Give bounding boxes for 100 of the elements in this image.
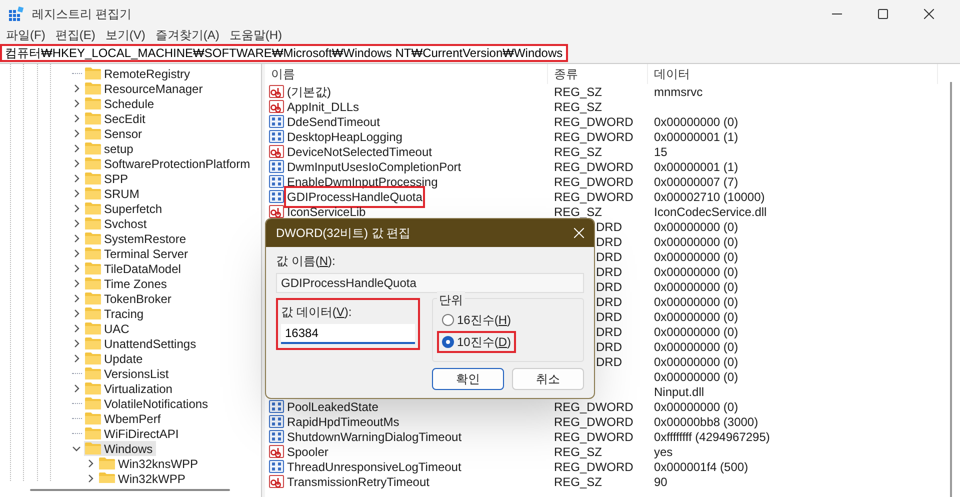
address-bar[interactable]: 컴퓨터₩HKEY_LOCAL_MACHINE₩SOFTWARE₩Microsoft₩Windows NT₩CurrentVersion₩Windows (0, 44, 568, 62)
vertical-scrollbar[interactable] (950, 82, 952, 497)
value-data: Ninput.dll (654, 384, 704, 398)
expander-chevron-icon[interactable] (72, 129, 81, 138)
expander-chevron-icon[interactable] (72, 264, 81, 273)
value-name[interactable]: ShutdownWarningDialogTimeout (286, 428, 463, 446)
value-name[interactable]: Spooler (286, 442, 330, 460)
expander-chevron-icon[interactable] (72, 84, 81, 93)
tree-item[interactable]: ResourceManager (84, 81, 206, 96)
tree-item[interactable]: Windows (84, 441, 156, 456)
expander-chevron-icon[interactable] (72, 249, 81, 258)
tree-item[interactable]: SPP (84, 171, 132, 186)
value-data: 0xffffffff (4294967295) (654, 430, 770, 444)
expander-chevron-icon[interactable] (72, 294, 81, 303)
tree-item[interactable]: VersionsList (84, 366, 172, 381)
value-name[interactable]: PoolLeakedState (286, 398, 380, 416)
expander-chevron-icon[interactable] (72, 174, 81, 183)
tree-item[interactable]: Svchost (84, 216, 150, 231)
value-name[interactable]: DdeSendTimeout (286, 112, 381, 130)
tree-item[interactable]: UnattendSettings (84, 336, 200, 351)
tree-item[interactable]: TokenBroker (84, 291, 174, 306)
tree-item[interactable]: SecEdit (84, 111, 148, 126)
menu-item[interactable]: 보기(V) (105, 26, 146, 44)
expander-chevron-icon[interactable] (72, 444, 81, 453)
tree-item[interactable]: SRUM (84, 186, 142, 201)
tree-item[interactable]: RemoteRegistry (84, 66, 194, 81)
tree-item[interactable]: VolatileNotifications (84, 396, 212, 411)
column-header[interactable]: 데이터 (648, 64, 938, 84)
value-data: 0x00000000 (0) (654, 114, 738, 128)
folder-icon (85, 352, 101, 365)
expander-chevron-icon[interactable] (72, 339, 81, 348)
tree-item[interactable]: Update (84, 351, 146, 366)
tree-item[interactable]: Schedule (84, 96, 158, 111)
expander-chevron-icon[interactable] (72, 234, 81, 243)
value-data-field[interactable]: 16384 (281, 324, 415, 344)
tree-item[interactable]: Tracing (84, 306, 147, 321)
tree-item[interactable]: Terminal Server (84, 246, 192, 261)
tree-item[interactable]: WiFiDirectAPI (84, 426, 182, 441)
horizontal-scrollbar[interactable] (30, 489, 230, 491)
tree-item[interactable]: SystemRestore (84, 231, 190, 246)
expander-chevron-icon[interactable] (72, 219, 81, 228)
expander-chevron-icon[interactable] (86, 459, 95, 468)
expander-chevron-icon[interactable] (72, 384, 81, 393)
value-name[interactable]: EnableDwmInputProcessing (286, 172, 439, 190)
expander-chevron-icon[interactable] (72, 309, 81, 318)
tree-item[interactable]: Superfetch (84, 201, 166, 216)
menu-item[interactable]: 즐겨찾기(A) (155, 26, 220, 44)
value-name[interactable]: GDIProcessHandleQuota (286, 188, 424, 206)
expander-chevron-icon[interactable] (72, 159, 81, 168)
value-data: mnmsrvc (654, 84, 703, 98)
folder-icon (99, 472, 115, 483)
expander-chevron-icon[interactable] (72, 114, 81, 123)
value-data: 0x00000007 (7) (654, 174, 738, 188)
close-icon (924, 9, 934, 19)
expander-chevron-icon[interactable] (72, 354, 81, 363)
value-name[interactable]: (기본값) (286, 82, 332, 100)
tree-item[interactable]: Win32knsWPP (98, 456, 202, 471)
folder-icon (85, 142, 101, 155)
value-name[interactable]: RapidHpdTimeoutMs (286, 412, 400, 430)
column-header[interactable]: 이름 (265, 64, 548, 84)
value-name[interactable]: IconServiceLib (286, 202, 367, 220)
value-name[interactable]: DesktopHeapLogging (286, 128, 404, 146)
menu-item[interactable]: 편집(E) (55, 26, 96, 44)
folder-icon (85, 127, 101, 140)
menu-item[interactable]: 파일(F) (6, 26, 46, 44)
radio-option[interactable]: 10진수(D) (437, 331, 516, 353)
value-name-field[interactable]: GDIProcessHandleQuota (276, 273, 584, 293)
value-name[interactable]: DeviceNotSelectedTimeout (286, 142, 433, 160)
value-name[interactable]: ThreadUnresponsiveLogTimeout (286, 458, 462, 476)
expander-chevron-icon[interactable] (72, 279, 81, 288)
expander-chevron-icon[interactable] (72, 189, 81, 198)
expander-chevron-icon[interactable] (72, 99, 81, 108)
value-type: DRD (596, 340, 622, 354)
tree-item[interactable]: TileDataModel (84, 261, 184, 276)
dialog-button[interactable]: 취소 (512, 368, 584, 390)
menu-item[interactable]: 도움말(H) (229, 26, 282, 44)
expander-chevron-icon[interactable] (72, 324, 81, 333)
tree-item[interactable]: Win32kWPP (98, 471, 188, 483)
value-type: REG_DWORD (554, 460, 634, 474)
tree-item[interactable]: SoftwareProtectionPlatform (84, 156, 254, 171)
dialog-button[interactable]: 확인 (432, 368, 504, 390)
expander-chevron-icon[interactable] (72, 144, 81, 153)
tree-item[interactable]: Sensor (84, 126, 146, 141)
tree-item[interactable]: Time Zones (84, 276, 170, 291)
folder-icon (85, 397, 101, 410)
tree-item[interactable]: UAC (84, 321, 132, 336)
tree-item[interactable]: WbemPerf (84, 411, 164, 426)
value-type: DRD (596, 250, 622, 264)
tree-item[interactable]: Virtualization (84, 381, 176, 396)
close-icon[interactable] (574, 228, 584, 238)
value-name[interactable]: AppInit_DLLs (286, 98, 360, 116)
expander-chevron-icon[interactable] (72, 204, 81, 213)
tree-item[interactable]: setup (84, 141, 136, 156)
folder-icon (85, 82, 101, 95)
expander-chevron-icon[interactable] (86, 474, 95, 483)
value-name[interactable]: TransmissionRetryTimeout (286, 472, 430, 490)
value-name[interactable]: DwmInputUsesIoCompletionPort (286, 158, 462, 176)
value-data: 0x00000000 (0) (654, 220, 738, 234)
radio-option[interactable]: 16진수(H) (437, 309, 516, 331)
column-header[interactable]: 종류 (548, 64, 648, 84)
